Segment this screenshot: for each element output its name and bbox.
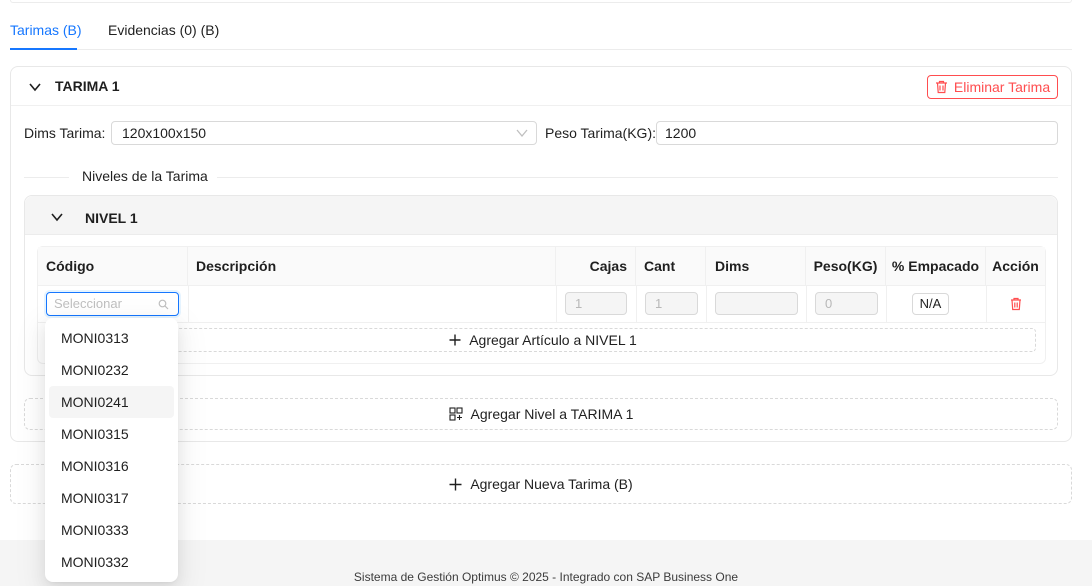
divider-line-left [24, 177, 69, 178]
trash-icon[interactable] [1010, 297, 1022, 311]
column-header-codigo: Código [38, 247, 188, 286]
table-header-row: Código Descripción Cajas Cant Dims Peso(… [38, 247, 1045, 286]
add-pallet-label: Agregar Nueva Tarima (B) [470, 476, 633, 492]
divider-line-right [217, 177, 1058, 178]
dims-select[interactable]: 120x100x150 [111, 121, 537, 145]
code-select-placeholder: Seleccionar [54, 296, 122, 311]
chevron-down-icon[interactable] [50, 210, 64, 224]
chevron-down-icon [516, 129, 528, 138]
cajas-input[interactable]: 1 [565, 292, 627, 315]
tab-evidencias[interactable]: Evidencias (0) (B) [108, 22, 219, 38]
tab-bar: Tarimas (B) Evidencias (0) (B) [10, 14, 1072, 50]
column-header-accion: Acción [992, 258, 1039, 274]
levels-divider-title: Niveles de la Tarima [82, 168, 208, 184]
column-header-empacado: % Empacado [886, 247, 986, 286]
add-level-icon [448, 407, 463, 421]
cell-separator [806, 286, 807, 323]
cell-separator [706, 286, 707, 323]
plus-icon [449, 478, 462, 490]
table-row: Seleccionar 1 1 0 N/A [38, 286, 1045, 323]
level-card: NIVEL 1 Código Descripción Cajas Cant Di… [24, 195, 1058, 376]
cant-input[interactable]: 1 [645, 292, 698, 315]
dims-label: Dims Tarima: [24, 125, 106, 141]
previous-card-bottom-edge [10, 0, 1072, 3]
dims-row-input[interactable] [715, 292, 798, 315]
dims-value: 120x100x150 [122, 125, 207, 141]
code-select[interactable]: Seleccionar [46, 292, 179, 316]
code-dropdown: MONI0313 MONI0232 MONI0241 MONI0315 MONI… [45, 318, 178, 582]
plus-icon [449, 334, 461, 346]
peso-input[interactable]: 0 [815, 292, 878, 315]
pallet-title: TARIMA 1 [55, 78, 120, 94]
dropdown-option[interactable]: MONI0316 [49, 450, 174, 482]
cell-separator [886, 286, 887, 323]
level-header[interactable]: NIVEL 1 [25, 196, 1057, 235]
cell-separator [556, 286, 557, 323]
dropdown-option-highlighted[interactable]: MONI0241 [49, 386, 174, 418]
empacado-tag: N/A [912, 293, 949, 315]
delete-pallet-button[interactable]: Eliminar Tarima [927, 75, 1058, 99]
delete-pallet-label: Eliminar Tarima [953, 79, 1051, 95]
column-header-dims: Dims [706, 247, 806, 286]
chevron-down-icon[interactable] [28, 80, 42, 94]
add-article-label: Agregar Artículo a NIVEL 1 [469, 332, 637, 348]
dropdown-option[interactable]: MONI0313 [49, 322, 174, 354]
pallet-header[interactable]: TARIMA 1 Eliminar Tarima [11, 67, 1071, 106]
add-level-label: Agregar Nivel a TARIMA 1 [470, 406, 634, 422]
cell-separator [188, 286, 189, 323]
dropdown-option[interactable]: MONI0332 [49, 546, 174, 578]
search-icon [158, 299, 169, 310]
dropdown-option[interactable]: MONI0317 [49, 482, 174, 514]
column-header-cajas: Cajas [556, 247, 636, 286]
trash-icon [935, 80, 947, 94]
weight-input[interactable]: 1200 [656, 121, 1058, 145]
cell-separator [986, 286, 987, 323]
dropdown-option[interactable]: MONI0333 [49, 514, 174, 546]
dropdown-option[interactable]: MONI0315 [49, 418, 174, 450]
column-header-descripcion: Descripción [188, 247, 556, 286]
articles-table: Código Descripción Cajas Cant Dims Peso(… [37, 246, 1046, 364]
add-level-button[interactable]: Agregar Nivel a TARIMA 1 [24, 398, 1058, 430]
cell-separator [636, 286, 637, 323]
tab-tarimas[interactable]: Tarimas (B) [10, 22, 82, 38]
level-title: NIVEL 1 [85, 210, 138, 226]
weight-label: Peso Tarima(KG): [545, 125, 656, 141]
active-tab-indicator [10, 48, 77, 50]
dropdown-option[interactable]: MONI0232 [49, 354, 174, 386]
column-header-peso: Peso(KG) [806, 247, 886, 286]
column-header-cant: Cant [636, 247, 706, 286]
add-article-button[interactable]: Agregar Artículo a NIVEL 1 [50, 328, 1036, 352]
